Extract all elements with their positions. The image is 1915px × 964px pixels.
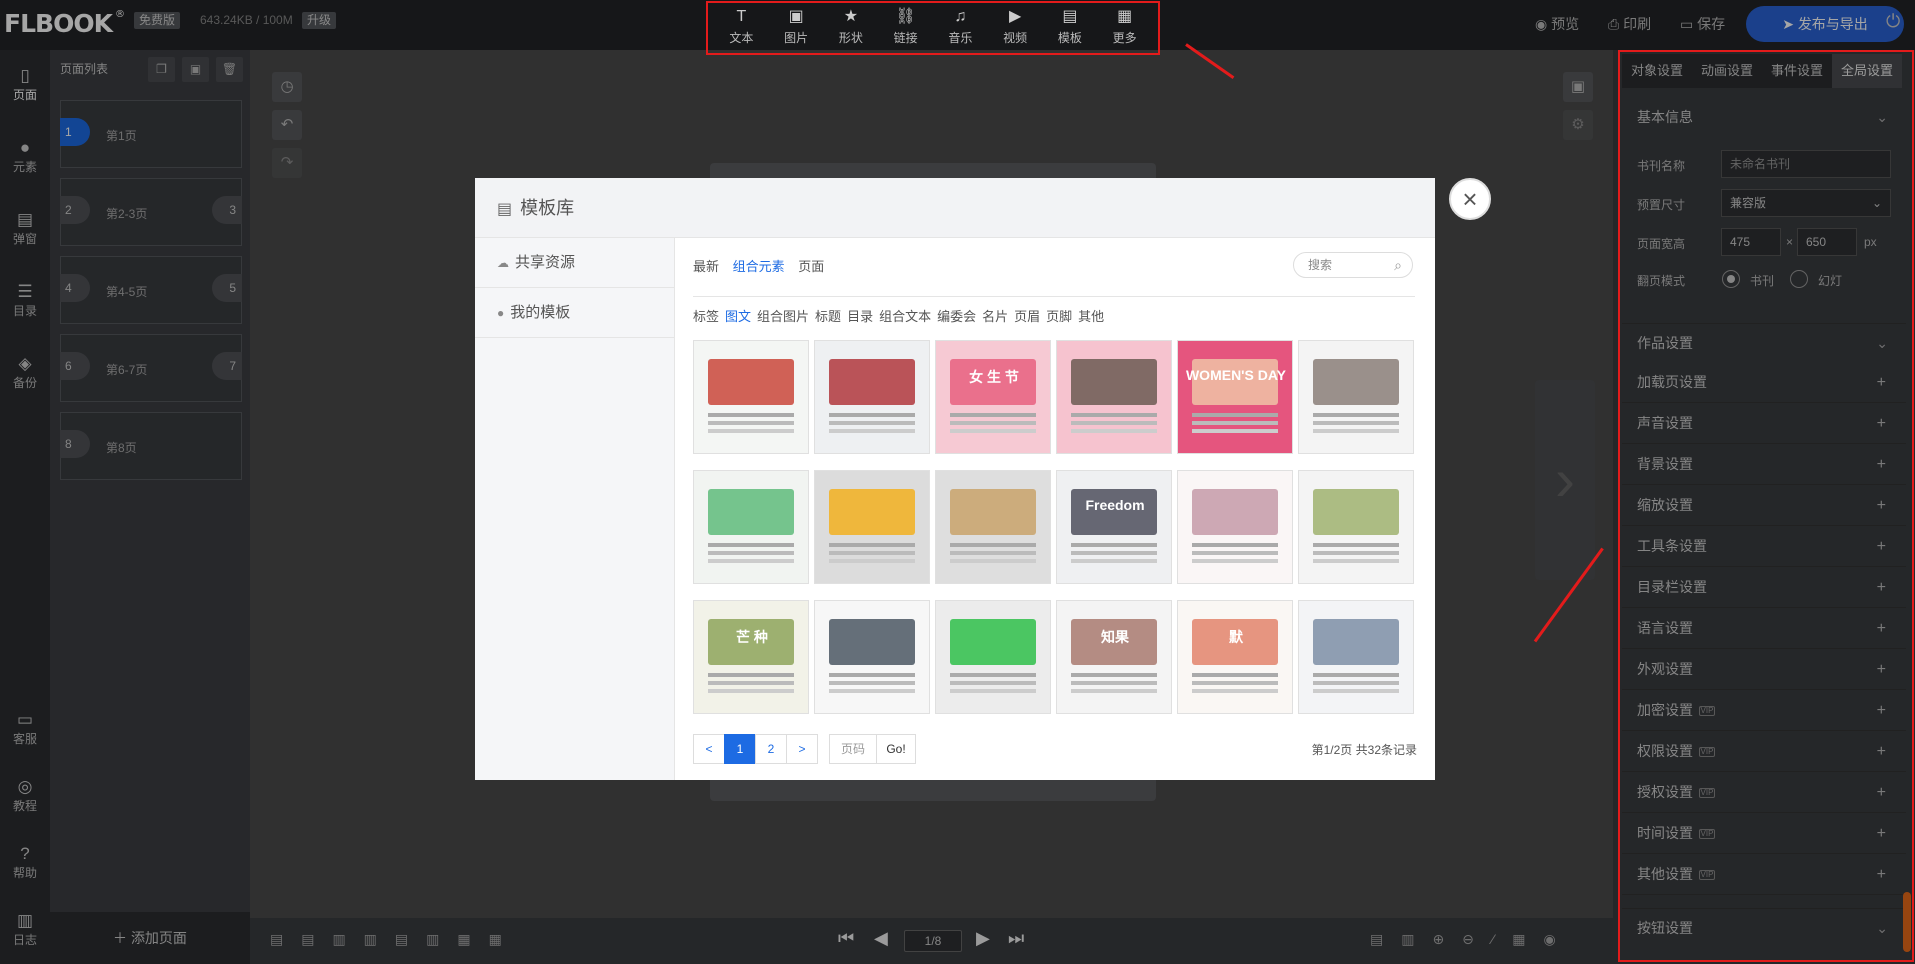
- link-icon: ⛓: [895, 8, 916, 25]
- text-icon: T: [736, 8, 747, 25]
- go-button[interactable]: Go!: [876, 734, 916, 764]
- category-filter[interactable]: 编委会: [937, 309, 976, 324]
- template-thumbnail[interactable]: [693, 340, 809, 454]
- template-thumbnail[interactable]: 芒 种: [693, 600, 809, 714]
- modal-sidebar: ☁ 共享资源 ● 我的模板: [475, 238, 675, 780]
- template-thumbnail[interactable]: [1056, 340, 1172, 454]
- category-filter[interactable]: 标题: [815, 309, 841, 324]
- close-icon[interactable]: ×: [1449, 178, 1491, 220]
- sidebar-item-mine[interactable]: ● 我的模板: [475, 288, 674, 338]
- music-icon: ♫: [954, 8, 967, 25]
- category-filter[interactable]: 目录: [847, 309, 873, 324]
- template-icon: ▤: [1062, 8, 1078, 25]
- template-thumbnail[interactable]: [814, 340, 930, 454]
- play-icon: ▶: [1008, 8, 1022, 25]
- template-thumbnail[interactable]: Freedom: [1056, 470, 1172, 584]
- tool-link[interactable]: ⛓ 链接: [881, 3, 931, 53]
- pagination-summary: 第1/2页 共32条记录: [1311, 743, 1417, 757]
- thumbnail-caption: 芒 种: [736, 629, 768, 645]
- template-thumbnail[interactable]: [1177, 470, 1293, 584]
- tab-latest[interactable]: 最新: [693, 259, 719, 274]
- template-thumbnail[interactable]: WOMEN'S DAY: [1177, 340, 1293, 454]
- modal-header: ▤ 模板库: [475, 178, 1435, 238]
- template-tabs: 最新 组合元素 页面: [693, 256, 834, 275]
- category-filter[interactable]: 标签: [693, 309, 719, 324]
- cloud-icon: ☁: [497, 256, 509, 270]
- template-thumbnail[interactable]: [1298, 340, 1414, 454]
- template-thumbnail[interactable]: [935, 470, 1051, 584]
- search-icon: ⌕: [1394, 257, 1402, 273]
- template-thumbnail[interactable]: 默: [1177, 600, 1293, 714]
- template-library-modal: ▤ 模板库 ☁ 共享资源 ● 我的模板 最新 组合元素 页面 搜索 ⌕ 标签 图文 组合图片…: [475, 178, 1435, 780]
- category-filter[interactable]: 组合图片: [757, 309, 809, 324]
- template-thumbnail[interactable]: [814, 470, 930, 584]
- sidebar-item-shared[interactable]: ☁ 共享资源: [475, 238, 674, 288]
- category-filter[interactable]: 图文: [725, 309, 751, 324]
- user-icon: ●: [497, 306, 505, 320]
- tool-more[interactable]: ▦ 更多: [1100, 3, 1150, 53]
- prev-page-button[interactable]: <: [693, 734, 725, 764]
- page-1-button[interactable]: 1: [724, 734, 756, 764]
- modal-main: 最新 组合元素 页面 搜索 ⌕ 标签 图文 组合图片 标题 目录 组合文本 编委会 名片 页眉 页脚…: [693, 238, 1417, 780]
- category-filter[interactable]: 组合文本: [879, 309, 931, 324]
- tool-shape[interactable]: ★ 形状: [826, 3, 876, 53]
- image-icon: ▣: [788, 8, 804, 25]
- category-filter[interactable]: 页脚: [1046, 309, 1072, 324]
- category-filter[interactable]: 页眉: [1014, 309, 1040, 324]
- tool-text[interactable]: T 文本: [716, 3, 766, 53]
- category-filter[interactable]: 其他: [1078, 309, 1104, 324]
- pagination: < 1 2 > 页码 Go!: [693, 734, 916, 764]
- template-search-input[interactable]: 搜索 ⌕: [1293, 252, 1413, 278]
- tool-video[interactable]: ▶ 视频: [990, 3, 1040, 53]
- page-number-input[interactable]: 页码: [829, 734, 877, 764]
- template-thumbnail[interactable]: [814, 600, 930, 714]
- template-thumbnail[interactable]: 女 生 节: [935, 340, 1051, 454]
- thumbnail-caption: Freedom: [1085, 497, 1145, 513]
- tab-combo-elements[interactable]: 组合元素: [733, 259, 785, 274]
- tool-template[interactable]: ▤ 模板: [1045, 3, 1095, 53]
- next-page-button[interactable]: >: [786, 734, 818, 764]
- page-2-button[interactable]: 2: [755, 734, 787, 764]
- template-thumbnail[interactable]: [935, 600, 1051, 714]
- category-filters: 标签 图文 组合图片 标题 目录 组合文本 编委会 名片 页眉 页脚 其他: [693, 306, 1110, 325]
- template-thumbnail[interactable]: [1298, 470, 1414, 584]
- divider: [693, 296, 1415, 297]
- template-thumbnail[interactable]: [1298, 600, 1414, 714]
- thumbnail-caption: 默: [1229, 629, 1243, 645]
- thumbnail-caption: WOMEN'S DAY: [1185, 367, 1287, 383]
- template-icon: ▤: [497, 201, 513, 218]
- thumbnail-caption: 女 生 节: [969, 369, 1019, 385]
- tab-pages[interactable]: 页面: [798, 259, 824, 274]
- template-thumbnail[interactable]: 知果: [1056, 600, 1172, 714]
- star-icon: ★: [843, 8, 859, 25]
- template-thumbnail[interactable]: [693, 470, 809, 584]
- insert-toolbar: T 文本 ▣ 图片 ★ 形状 ⛓ 链接 ♫ 音乐 ▶ 视频 ▤ 模板 ▦ 更多: [706, 1, 1160, 55]
- category-filter[interactable]: 名片: [982, 309, 1008, 324]
- tool-image[interactable]: ▣ 图片: [771, 3, 821, 53]
- grid-icon: ▦: [1117, 8, 1133, 25]
- tool-music[interactable]: ♫ 音乐: [935, 3, 985, 53]
- thumbnail-caption: 知果: [1101, 629, 1129, 645]
